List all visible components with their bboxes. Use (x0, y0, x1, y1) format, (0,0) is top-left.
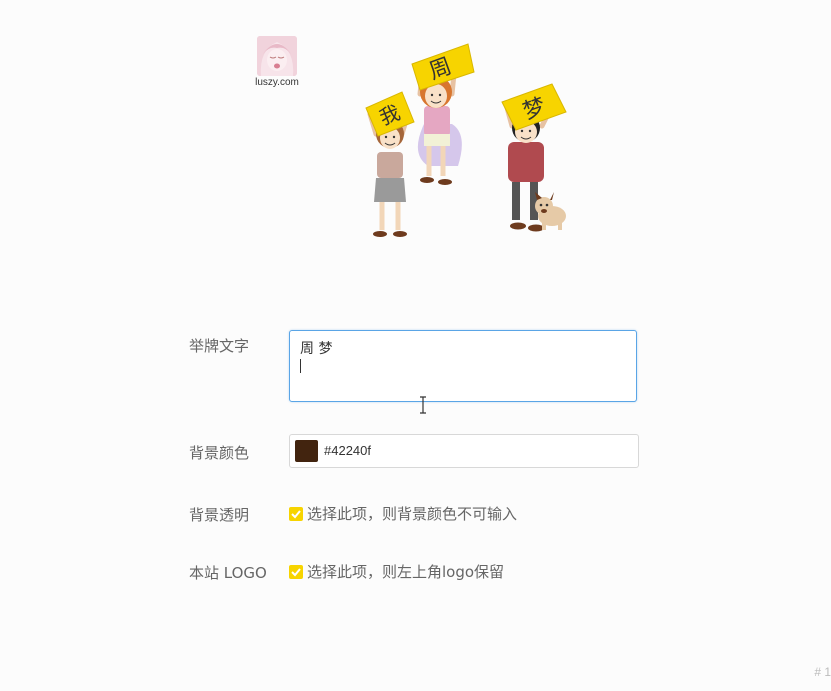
text-caret (300, 359, 301, 373)
check-icon (291, 568, 301, 577)
logo-text: luszy.com (255, 77, 299, 88)
page: luszy.com 我 周 梦 举牌文字 周 梦 背景颜色 #42240f 背景… (0, 0, 831, 691)
site-logo-label: 本站 LOGO (189, 564, 267, 582)
sign-text-input[interactable]: 周 梦 (289, 330, 637, 402)
bg-transparent-option-text: 选择此项，则背景颜色不可输入 (307, 505, 518, 523)
check-icon (291, 510, 301, 519)
corner-number: # 1 (814, 665, 831, 679)
sign-text-value: 周 梦 (300, 341, 333, 357)
bg-color-input[interactable]: #42240f (289, 434, 639, 468)
i-beam-cursor-icon (420, 396, 426, 414)
sign-text-label: 举牌文字 (189, 337, 250, 355)
color-swatch[interactable] (295, 440, 318, 462)
dog (535, 192, 566, 230)
site-logo[interactable]: luszy.com (254, 36, 300, 88)
logo-avatar-image (257, 36, 297, 76)
bg-transparent-option[interactable]: 选择此项，则背景颜色不可输入 (289, 503, 517, 524)
bg-color-label: 背景颜色 (189, 444, 250, 462)
person-middle: 周 (411, 43, 475, 185)
color-value: #42240f (324, 443, 371, 458)
person-left: 我 (365, 91, 415, 237)
bg-transparent-checkbox[interactable] (289, 507, 303, 521)
sign-holders-illustration: 我 周 梦 (365, 43, 567, 237)
site-logo-option[interactable]: 选择此项，则左上角logo保留 (289, 561, 504, 582)
bg-transparent-label: 背景透明 (189, 506, 250, 524)
site-logo-checkbox[interactable] (289, 565, 303, 579)
site-logo-option-text: 选择此项，则左上角logo保留 (307, 563, 505, 581)
